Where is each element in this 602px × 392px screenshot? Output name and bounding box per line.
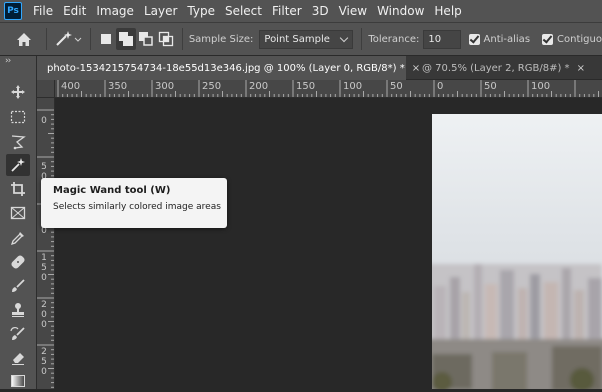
divider [89, 28, 91, 50]
ruler-label: 100 [343, 81, 363, 92]
subtract-from-selection-button[interactable] [136, 28, 156, 50]
ruler-label: 1 5 0 [41, 253, 47, 283]
menu-help[interactable]: Help [429, 4, 466, 18]
ruler-label: 200 [249, 81, 269, 92]
tooltip-description: Selects similarly colored image areas [53, 202, 221, 212]
menu-3d[interactable]: 3D [307, 4, 334, 18]
brush-icon [12, 279, 25, 292]
history-brush-icon [10, 327, 25, 340]
magic-wand-icon [11, 158, 25, 172]
eyedropper-icon [10, 232, 24, 246]
tooltip-title: Magic Wand tool (W) [53, 185, 171, 196]
crop-tool[interactable] [6, 178, 30, 200]
gradient-icon [11, 375, 25, 387]
contiguous-label: Contiguo [557, 33, 602, 45]
collapse-panel-icon[interactable]: ›› [5, 56, 11, 66]
ruler-label: 400 [61, 81, 81, 92]
close-icon[interactable]: × [577, 63, 585, 74]
rectangular-marquee-icon [10, 110, 26, 124]
intersect-selection-button[interactable] [156, 28, 176, 50]
tool-preset-picker[interactable] [53, 28, 84, 50]
home-button[interactable] [14, 28, 34, 50]
anti-alias-checkbox[interactable] [468, 33, 480, 45]
anti-alias-label: Anti-alias [483, 33, 531, 45]
add-to-selection-icon [119, 32, 134, 46]
marquee-tool[interactable] [6, 106, 30, 128]
magic-wand-icon [56, 31, 82, 46]
eraser-icon [12, 353, 24, 365]
chevron-down-icon [340, 33, 349, 42]
ruler-label: 350 [108, 81, 128, 92]
menu-file[interactable]: File [28, 4, 58, 18]
contiguous-checkbox[interactable] [542, 33, 554, 45]
menu-bar: Ps File Edit Image Layer Type Select Fil… [0, 0, 602, 22]
menu-select[interactable]: Select [220, 4, 267, 18]
sample-size-label: Sample Size: [188, 33, 254, 45]
move-tool[interactable] [6, 81, 30, 103]
lasso-icon [11, 135, 26, 150]
menu-filter[interactable]: Filter [267, 4, 307, 18]
sample-size-value: Point Sample [264, 33, 330, 45]
menu-image[interactable]: Image [91, 4, 139, 18]
intersect-selection-icon [158, 31, 174, 47]
stamp-icon [12, 303, 24, 317]
divider [45, 28, 47, 50]
ruler-label: 50 [484, 81, 497, 92]
eyedropper-tool[interactable] [6, 227, 30, 249]
tab-label: @ 70.5% (Layer 2, RGB/8#) * [422, 62, 570, 74]
menu-type[interactable]: Type [182, 4, 220, 18]
ruler-label: 250 [202, 81, 222, 92]
add-to-selection-button[interactable] [116, 28, 137, 50]
vertical-ruler[interactable]: 0 5 0 1 0 0 1 5 0 2 0 0 2 5 0 [37, 98, 55, 389]
ruler-label: 100 [531, 81, 551, 92]
ruler-ticks [57, 80, 599, 97]
move-icon [11, 85, 25, 99]
ruler-label: 0 [437, 81, 444, 92]
divider [181, 28, 183, 50]
new-selection-icon [101, 34, 112, 44]
tolerance-label: Tolerance: [368, 33, 420, 45]
magic-wand-tool[interactable] [6, 154, 30, 176]
sample-size-select[interactable]: Point Sample [259, 29, 354, 49]
photoshop-logo[interactable]: Ps [4, 2, 22, 20]
document-image[interactable] [432, 114, 602, 389]
city-skyline-photo [432, 114, 602, 389]
ruler-label: 2 0 0 [41, 300, 47, 330]
new-selection-button[interactable] [96, 28, 116, 50]
menu-view[interactable]: View [334, 4, 372, 18]
eraser-tool[interactable] [6, 347, 30, 369]
frame-icon [10, 206, 26, 220]
ruler-label: 150 [296, 81, 316, 92]
brush-tool[interactable] [6, 275, 30, 297]
tolerance-input[interactable]: 10 [423, 29, 461, 49]
crop-icon [11, 182, 25, 196]
healing-brush-tool[interactable] [6, 251, 30, 273]
frame-tool[interactable] [6, 202, 30, 224]
divider [361, 28, 363, 50]
document-tab-bar: photo-1534215754734-18e55d13e346.jpg @ 1… [37, 56, 602, 80]
tab-label: photo-1534215754734-18e55d13e346.jpg @ 1… [47, 62, 405, 74]
ruler-label: 0 [41, 116, 47, 126]
clone-stamp-tool[interactable] [6, 299, 30, 321]
document-tab[interactable]: @ 70.5% (Layer 2, RGB/8#) * × [412, 56, 592, 80]
options-bar: Sample Size: Point Sample Tolerance: 10 … [0, 22, 602, 56]
bandage-icon [11, 255, 25, 269]
horizontal-ruler[interactable]: 400 350 300 250 200 150 100 50 0 50 100 [55, 80, 602, 98]
document-canvas[interactable] [55, 98, 602, 389]
tool-tooltip: Magic Wand tool (W) Selects similarly co… [41, 178, 227, 228]
home-icon [16, 32, 31, 46]
ruler-label: 2 5 0 [41, 347, 47, 377]
history-brush-tool[interactable] [6, 323, 30, 345]
ruler-label: 50 [390, 81, 403, 92]
menu-layer[interactable]: Layer [139, 4, 182, 18]
menu-edit[interactable]: Edit [58, 4, 91, 18]
lasso-tool[interactable] [6, 131, 30, 153]
subtract-selection-icon [139, 32, 153, 46]
menu-window[interactable]: Window [372, 4, 429, 18]
ruler-ticks [37, 109, 54, 388]
ruler-label: 300 [155, 81, 175, 92]
document-tab-active[interactable]: photo-1534215754734-18e55d13e346.jpg @ 1… [37, 56, 420, 80]
ruler-origin[interactable] [37, 80, 55, 98]
tools-panel: ›› [0, 56, 37, 389]
